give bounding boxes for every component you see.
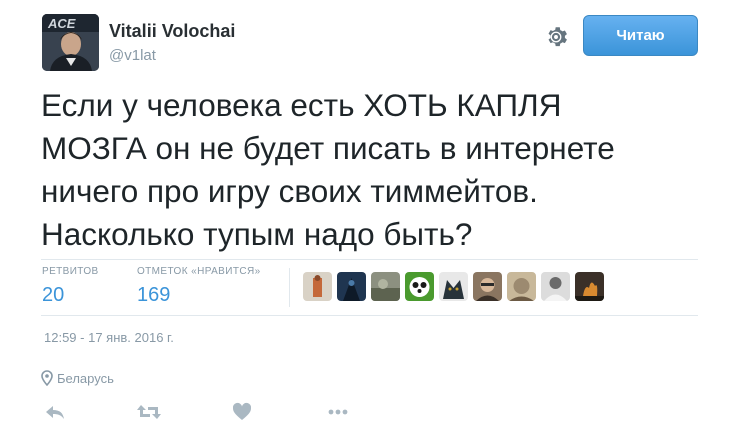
retweets-count[interactable]: 20 xyxy=(42,284,64,307)
tweet-timestamp[interactable]: 12:59 - 17 янв. 2016 г. xyxy=(44,330,174,345)
more-icon[interactable] xyxy=(327,402,349,427)
like-icon[interactable] xyxy=(232,402,252,427)
liker-avatar[interactable] xyxy=(507,272,536,301)
user-handle[interactable]: @v1lat xyxy=(109,47,156,64)
liker-avatar[interactable] xyxy=(575,272,604,301)
avatar-fire-scene-icon xyxy=(575,272,604,301)
stats-separator xyxy=(289,268,290,307)
avatar-man-white-shirt-icon xyxy=(541,272,570,301)
tweet-line: ничего про игру своих тиммейтов. xyxy=(41,173,538,209)
liker-avatar[interactable] xyxy=(473,272,502,301)
avatar-dark-creature-icon xyxy=(439,272,468,301)
tweet-text: Если у человека есть ХОТЬ КАПЛЯ МОЗГА он… xyxy=(41,84,681,256)
tweet-line: Если у человека есть ХОТЬ КАПЛЯ xyxy=(41,87,562,123)
follow-button[interactable]: Читаю xyxy=(583,15,698,56)
gear-icon[interactable] xyxy=(543,24,569,50)
avatar-dark-hero-icon xyxy=(337,272,366,301)
likers-avatars xyxy=(303,272,609,301)
liker-avatar[interactable] xyxy=(439,272,468,301)
liker-avatar[interactable] xyxy=(337,272,366,301)
location-label: Беларусь xyxy=(57,370,114,386)
retweet-icon[interactable] xyxy=(136,402,162,427)
liker-avatar[interactable] xyxy=(303,272,332,301)
tweet-line: Насколько тупым надо быть? xyxy=(41,216,473,252)
likes-label: ОТМЕТОК «НРАВИТСЯ» xyxy=(137,266,261,277)
avatar-logo-text: ACE xyxy=(47,16,76,31)
user-name[interactable]: Vitalii Volochai xyxy=(109,21,235,42)
avatar-orange-figure-icon xyxy=(303,272,332,301)
tweet-location[interactable]: Беларусь xyxy=(40,370,114,386)
liker-avatar[interactable] xyxy=(371,272,400,301)
avatar[interactable]: ACE xyxy=(42,14,99,71)
avatar-man-glasses-icon xyxy=(473,272,502,301)
avatar-blurry-face-icon xyxy=(507,272,536,301)
user-avatar-photo: ACE xyxy=(42,14,99,71)
tweet-line: МОЗГА он не будет писать в интернете xyxy=(41,130,615,166)
likes-count[interactable]: 169 xyxy=(137,284,170,307)
liker-avatar[interactable] xyxy=(405,272,434,301)
retweets-label: РЕТВИТОВ xyxy=(42,266,99,277)
avatar-gray-scene-icon xyxy=(371,272,400,301)
divider xyxy=(41,315,698,316)
liker-avatar[interactable] xyxy=(541,272,570,301)
divider xyxy=(41,259,698,260)
location-pin-icon xyxy=(41,370,53,386)
avatar-panda-icon xyxy=(405,272,434,301)
reply-icon[interactable] xyxy=(44,402,66,427)
